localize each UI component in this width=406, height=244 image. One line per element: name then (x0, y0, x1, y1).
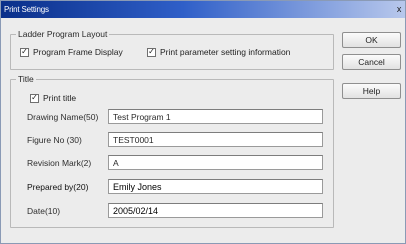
drawing-name-label: Drawing Name(50) (27, 112, 99, 122)
program-frame-display-label: Program Frame Display (33, 47, 123, 57)
close-icon[interactable]: x (395, 1, 403, 18)
title-bar: Print Settings x (1, 1, 405, 18)
cancel-button[interactable]: Cancel (342, 54, 401, 70)
print-title-check-icon[interactable]: ✓ (30, 93, 39, 103)
revision-mark-field[interactable] (108, 155, 323, 170)
ladder-program-layout-label: Ladder Program Layout (16, 29, 110, 40)
title-group-label: Title (16, 74, 36, 85)
window-title: Print Settings (4, 5, 49, 14)
program-frame-display-checkbox[interactable]: ✓ Program Frame Display (20, 47, 123, 57)
ok-button[interactable]: OK (342, 32, 401, 48)
print-title-label: Print title (43, 93, 77, 103)
drawing-name-field[interactable] (108, 109, 323, 124)
revision-mark-label: Revision Mark(2) (27, 158, 92, 168)
print-title-checkbox[interactable]: ✓ Print title (30, 93, 76, 103)
print-parameter-info-check-icon[interactable]: ✓ (147, 47, 156, 57)
prepared-by-label: Prepared by(20) (27, 182, 89, 192)
ladder-program-layout-group: Ladder Program Layout ✓ Program Frame Di… (10, 29, 334, 70)
program-frame-display-check-icon[interactable]: ✓ (20, 47, 29, 57)
help-button[interactable]: Help (342, 83, 401, 99)
print-parameter-info-checkbox[interactable]: ✓ Print parameter setting information (147, 47, 290, 57)
figure-no-field[interactable] (108, 132, 323, 147)
date-label: Date(10) (27, 206, 61, 216)
print-parameter-info-label: Print parameter setting information (160, 47, 291, 57)
print-settings-dialog: Print Settings x Ladder Program Layout ✓… (0, 0, 406, 244)
figure-no-label: Figure No (30) (27, 135, 82, 145)
prepared-by-field[interactable] (108, 179, 323, 194)
date-field[interactable] (108, 203, 323, 218)
